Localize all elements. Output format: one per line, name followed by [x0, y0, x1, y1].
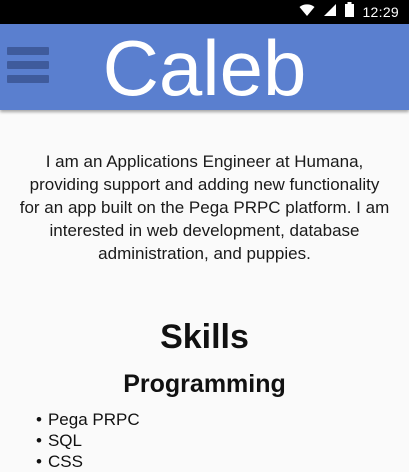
status-bar: 12:29 [0, 0, 409, 24]
battery-icon [345, 2, 355, 22]
programming-skill-list: Pega PRPC SQL CSS [36, 409, 409, 472]
bio-text: I am an Applications Engineer at Humana,… [19, 152, 390, 263]
list-item: SQL [36, 430, 409, 451]
status-time: 12:29 [362, 4, 399, 20]
site-header: Caleb [0, 24, 409, 110]
wifi-icon [299, 3, 315, 22]
list-item: Pega PRPC [36, 409, 409, 430]
list-item: CSS [36, 451, 409, 472]
signal-icon [323, 3, 337, 22]
main-content: I am an Applications Engineer at Humana,… [0, 110, 409, 472]
programming-heading: Programming [123, 370, 286, 398]
site-title: Caleb [102, 24, 307, 112]
skills-heading: Skills [160, 318, 249, 356]
